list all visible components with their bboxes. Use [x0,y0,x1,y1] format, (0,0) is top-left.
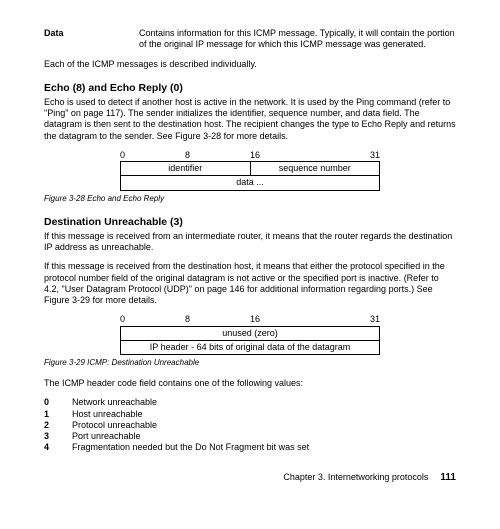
code-text: Protocol unreachable [72,420,157,431]
cell-unused: unused (zero) [121,326,380,340]
code-text: Network unreachable [72,397,157,408]
codes-list: 0Network unreachable 1Host unreachable 2… [44,397,456,453]
code-num: 3 [44,431,72,442]
figure-dest: 0 8 16 31 unused (zero) IP header - 64 b… [44,314,456,355]
tick-label: 0 [120,314,185,325]
dest-tick-row: 0 8 16 31 [120,314,380,325]
definition-body: Contains information for this ICMP messa… [139,28,456,51]
dest-heading: Destination Unreachable (3) [44,216,456,229]
list-item: 3Port unreachable [44,431,456,442]
list-item: 2Protocol unreachable [44,420,456,431]
definition-term: Data [44,28,139,51]
figure-echo: 0 8 16 31 identifier sequence number dat… [44,150,456,191]
echo-tick-row: 0 8 16 31 [120,150,380,161]
page-number: 111 [440,472,456,485]
intro-paragraph: Each of the ICMP messages is described i… [44,59,456,70]
list-item: 0Network unreachable [44,397,456,408]
codes-intro: The ICMP header code field contains one … [44,378,456,389]
page-footer: Chapter 3. Internetworking protocols 111 [44,472,456,485]
code-num: 2 [44,420,72,431]
echo-caption: Figure 3-28 Echo and Echo Reply [44,194,456,204]
code-text: Fragmentation needed but the Do Not Frag… [72,442,309,453]
tick-label: 8 [185,314,250,325]
dest-caption: Figure 3-29 ICMP: Destination Unreachabl… [44,358,456,368]
code-text: Port unreachable [72,431,141,442]
list-item: 4Fragmentation needed but the Do Not Fra… [44,442,456,453]
cell-sequence: sequence number [250,162,380,176]
tick-label: 16 [250,150,315,161]
cell-data: data ... [121,176,380,190]
code-text: Host unreachable [72,409,143,420]
echo-body: Echo is used to detect if another host i… [44,97,456,142]
echo-heading: Echo (8) and Echo Reply (0) [44,82,456,95]
code-num: 1 [44,409,72,420]
dest-p1: If this message is received from an inte… [44,231,456,254]
cell-identifier: identifier [121,162,251,176]
code-num: 0 [44,397,72,408]
tick-label: 0 [120,150,185,161]
echo-packet-table: identifier sequence number data ... [120,161,380,191]
tick-label: 31 [315,314,380,325]
tick-label: 8 [185,150,250,161]
definition-row: Data Contains information for this ICMP … [44,28,456,51]
dest-p2: If this message is received from the des… [44,261,456,306]
code-num: 4 [44,442,72,453]
dest-packet-table: unused (zero) IP header - 64 bits of ori… [120,326,380,356]
tick-label: 31 [315,150,380,161]
chapter-label: Chapter 3. Internetworking protocols [283,472,428,483]
list-item: 1Host unreachable [44,409,456,420]
cell-ipheader: IP header - 64 bits of original data of … [121,340,380,354]
tick-label: 16 [250,314,315,325]
